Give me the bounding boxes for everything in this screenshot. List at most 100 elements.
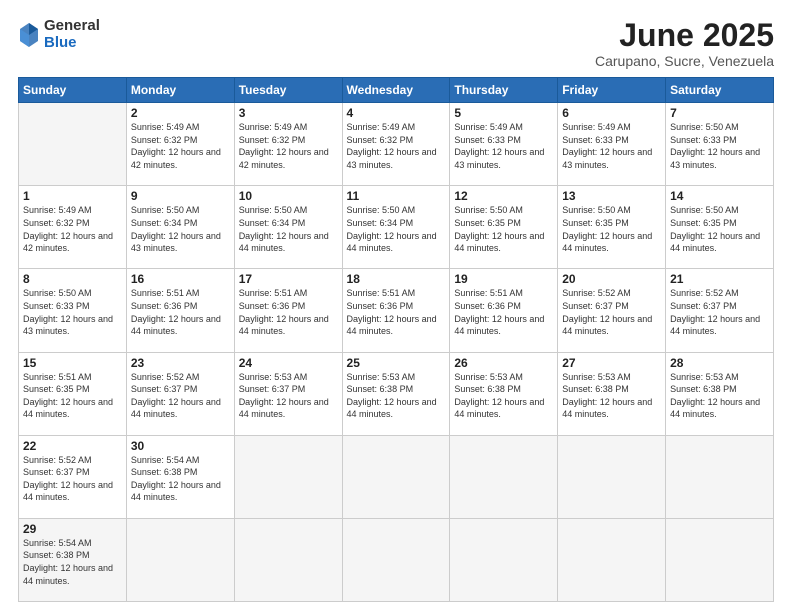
- calendar-cell: 13Sunrise: 5:50 AMSunset: 6:35 PMDayligh…: [558, 186, 666, 269]
- calendar-cell: 14Sunrise: 5:50 AMSunset: 6:35 PMDayligh…: [666, 186, 774, 269]
- day-number: 9: [131, 189, 230, 203]
- col-saturday: Saturday: [666, 78, 774, 103]
- day-info: Sunrise: 5:53 AMSunset: 6:37 PMDaylight:…: [239, 371, 338, 421]
- page: General Blue June 2025 Carupano, Sucre, …: [0, 0, 792, 612]
- col-thursday: Thursday: [450, 78, 558, 103]
- calendar-cell: [19, 103, 127, 186]
- day-number: 30: [131, 439, 230, 453]
- col-wednesday: Wednesday: [342, 78, 450, 103]
- calendar-cell: 20Sunrise: 5:52 AMSunset: 6:37 PMDayligh…: [558, 269, 666, 352]
- day-number: 7: [670, 106, 769, 120]
- day-number: 27: [562, 356, 661, 370]
- calendar-cell: [558, 518, 666, 601]
- day-info: Sunrise: 5:49 AMSunset: 6:32 PMDaylight:…: [23, 204, 122, 254]
- day-info: Sunrise: 5:53 AMSunset: 6:38 PMDaylight:…: [562, 371, 661, 421]
- day-number: 24: [239, 356, 338, 370]
- day-info: Sunrise: 5:52 AMSunset: 6:37 PMDaylight:…: [562, 287, 661, 337]
- calendar-cell: 16Sunrise: 5:51 AMSunset: 6:36 PMDayligh…: [126, 269, 234, 352]
- day-info: Sunrise: 5:50 AMSunset: 6:33 PMDaylight:…: [23, 287, 122, 337]
- day-number: 8: [23, 272, 122, 286]
- day-number: 18: [347, 272, 446, 286]
- calendar-cell: 15Sunrise: 5:51 AMSunset: 6:35 PMDayligh…: [19, 352, 127, 435]
- calendar-cell: 9Sunrise: 5:50 AMSunset: 6:34 PMDaylight…: [126, 186, 234, 269]
- day-info: Sunrise: 5:52 AMSunset: 6:37 PMDaylight:…: [131, 371, 230, 421]
- col-monday: Monday: [126, 78, 234, 103]
- day-info: Sunrise: 5:49 AMSunset: 6:32 PMDaylight:…: [239, 121, 338, 171]
- calendar-cell: 27Sunrise: 5:53 AMSunset: 6:38 PMDayligh…: [558, 352, 666, 435]
- calendar-cell: [666, 518, 774, 601]
- calendar-table: Sunday Monday Tuesday Wednesday Thursday…: [18, 77, 774, 602]
- calendar-cell: 2Sunrise: 5:49 AMSunset: 6:32 PMDaylight…: [126, 103, 234, 186]
- day-info: Sunrise: 5:50 AMSunset: 6:35 PMDaylight:…: [454, 204, 553, 254]
- col-sunday: Sunday: [19, 78, 127, 103]
- day-number: 6: [562, 106, 661, 120]
- calendar-cell: 22Sunrise: 5:52 AMSunset: 6:37 PMDayligh…: [19, 435, 127, 518]
- calendar-cell: 5Sunrise: 5:49 AMSunset: 6:33 PMDaylight…: [450, 103, 558, 186]
- calendar-cell: 1Sunrise: 5:49 AMSunset: 6:32 PMDaylight…: [19, 186, 127, 269]
- day-info: Sunrise: 5:49 AMSunset: 6:33 PMDaylight:…: [562, 121, 661, 171]
- day-number: 17: [239, 272, 338, 286]
- calendar-cell: 24Sunrise: 5:53 AMSunset: 6:37 PMDayligh…: [234, 352, 342, 435]
- calendar-cell: [450, 435, 558, 518]
- calendar-cell: 29Sunrise: 5:54 AMSunset: 6:38 PMDayligh…: [19, 518, 127, 601]
- calendar-cell: 25Sunrise: 5:53 AMSunset: 6:38 PMDayligh…: [342, 352, 450, 435]
- day-number: 11: [347, 189, 446, 203]
- logo-text: General Blue: [44, 18, 100, 51]
- day-info: Sunrise: 5:51 AMSunset: 6:36 PMDaylight:…: [131, 287, 230, 337]
- day-info: Sunrise: 5:52 AMSunset: 6:37 PMDaylight:…: [670, 287, 769, 337]
- calendar-week-4: 15Sunrise: 5:51 AMSunset: 6:35 PMDayligh…: [19, 352, 774, 435]
- calendar-subtitle: Carupano, Sucre, Venezuela: [595, 53, 774, 69]
- day-info: Sunrise: 5:54 AMSunset: 6:38 PMDaylight:…: [23, 537, 122, 587]
- calendar-cell: 10Sunrise: 5:50 AMSunset: 6:34 PMDayligh…: [234, 186, 342, 269]
- day-info: Sunrise: 5:53 AMSunset: 6:38 PMDaylight:…: [454, 371, 553, 421]
- calendar-cell: 6Sunrise: 5:49 AMSunset: 6:33 PMDaylight…: [558, 103, 666, 186]
- day-info: Sunrise: 5:50 AMSunset: 6:34 PMDaylight:…: [347, 204, 446, 254]
- calendar-cell: 26Sunrise: 5:53 AMSunset: 6:38 PMDayligh…: [450, 352, 558, 435]
- day-info: Sunrise: 5:51 AMSunset: 6:36 PMDaylight:…: [347, 287, 446, 337]
- day-info: Sunrise: 5:50 AMSunset: 6:35 PMDaylight:…: [670, 204, 769, 254]
- header: General Blue June 2025 Carupano, Sucre, …: [18, 18, 774, 69]
- day-info: Sunrise: 5:49 AMSunset: 6:32 PMDaylight:…: [347, 121, 446, 171]
- logo-general: General: [44, 18, 100, 35]
- day-info: Sunrise: 5:51 AMSunset: 6:36 PMDaylight:…: [454, 287, 553, 337]
- day-info: Sunrise: 5:51 AMSunset: 6:35 PMDaylight:…: [23, 371, 122, 421]
- day-number: 28: [670, 356, 769, 370]
- day-number: 2: [131, 106, 230, 120]
- day-number: 3: [239, 106, 338, 120]
- day-number: 19: [454, 272, 553, 286]
- day-number: 10: [239, 189, 338, 203]
- day-number: 23: [131, 356, 230, 370]
- logo-blue: Blue: [44, 35, 100, 52]
- calendar-cell: 30Sunrise: 5:54 AMSunset: 6:38 PMDayligh…: [126, 435, 234, 518]
- calendar-cell: 28Sunrise: 5:53 AMSunset: 6:38 PMDayligh…: [666, 352, 774, 435]
- calendar-header-row: Sunday Monday Tuesday Wednesday Thursday…: [19, 78, 774, 103]
- day-info: Sunrise: 5:50 AMSunset: 6:33 PMDaylight:…: [670, 121, 769, 171]
- day-number: 22: [23, 439, 122, 453]
- day-number: 5: [454, 106, 553, 120]
- calendar-cell: 18Sunrise: 5:51 AMSunset: 6:36 PMDayligh…: [342, 269, 450, 352]
- day-number: 1: [23, 189, 122, 203]
- day-info: Sunrise: 5:54 AMSunset: 6:38 PMDaylight:…: [131, 454, 230, 504]
- calendar-cell: [126, 518, 234, 601]
- calendar-week-2: 1Sunrise: 5:49 AMSunset: 6:32 PMDaylight…: [19, 186, 774, 269]
- day-number: 21: [670, 272, 769, 286]
- calendar-week-6: 29Sunrise: 5:54 AMSunset: 6:38 PMDayligh…: [19, 518, 774, 601]
- day-number: 20: [562, 272, 661, 286]
- calendar-cell: [558, 435, 666, 518]
- calendar-week-1: 2 Sunrise: 5:49 AMSunset: 6:32 PMDaylight…: [19, 103, 774, 186]
- calendar-week-3: 8Sunrise: 5:50 AMSunset: 6:33 PMDaylight…: [19, 269, 774, 352]
- day-number: 4: [347, 106, 446, 120]
- day-number: 29: [23, 522, 122, 536]
- day-info: Sunrise: 5:52 AMSunset: 6:37 PMDaylight:…: [23, 454, 122, 504]
- day-number: 14: [670, 189, 769, 203]
- calendar-cell: 11Sunrise: 5:50 AMSunset: 6:34 PMDayligh…: [342, 186, 450, 269]
- calendar-cell: 7Sunrise: 5:50 AMSunset: 6:33 PMDaylight…: [666, 103, 774, 186]
- logo-icon: [18, 21, 40, 49]
- day-number: 25: [347, 356, 446, 370]
- day-number: 15: [23, 356, 122, 370]
- col-tuesday: Tuesday: [234, 78, 342, 103]
- calendar-cell: [342, 435, 450, 518]
- day-info: Sunrise: 5:51 AMSunset: 6:36 PMDaylight:…: [239, 287, 338, 337]
- day-info: Sunrise: 5:49 AMSunset: 6:33 PMDaylight:…: [454, 121, 553, 171]
- day-info: Sunrise: 5:53 AMSunset: 6:38 PMDaylight:…: [347, 371, 446, 421]
